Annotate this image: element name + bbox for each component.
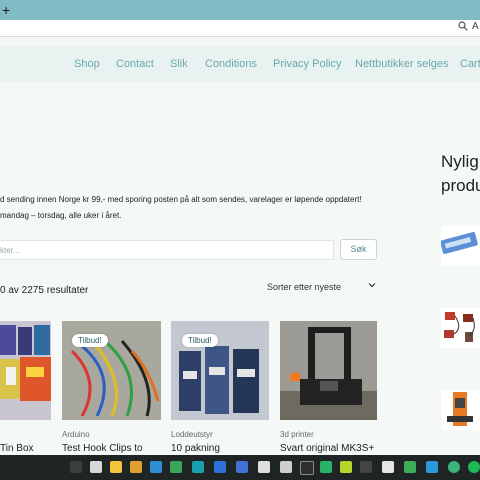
shipping-notice: d sending innen Norge kr 99,- med sporin… xyxy=(0,195,362,204)
app-icon[interactable] xyxy=(192,461,204,473)
nav-shop[interactable]: Shop xyxy=(74,58,100,70)
app-icon[interactable] xyxy=(170,461,182,473)
nav-slik[interactable]: Slik xyxy=(170,58,188,70)
sidebar-title: Nylig produ xyxy=(441,150,480,198)
product-title[interactable]: Svart original MK3S+ xyxy=(280,443,374,454)
nav-cart[interactable]: Cart xyxy=(460,58,480,70)
product-title[interactable]: Tin Box xyxy=(0,443,34,454)
sale-badge: Tilbud! xyxy=(72,334,108,347)
app-icon[interactable] xyxy=(404,461,416,473)
product-search-input[interactable]: kter... xyxy=(0,240,334,260)
nav-privacy-policy[interactable]: Privacy Policy xyxy=(273,58,341,70)
app-icon[interactable] xyxy=(258,461,270,473)
search-button[interactable]: Søk xyxy=(340,239,377,260)
chrome-icon[interactable] xyxy=(448,461,460,473)
app-icon[interactable] xyxy=(214,461,226,473)
product-image[interactable] xyxy=(280,321,377,420)
address-bar[interactable] xyxy=(0,20,480,37)
zoom-icon[interactable] xyxy=(458,21,468,34)
spotify-icon[interactable] xyxy=(468,461,480,473)
app-icon[interactable] xyxy=(382,461,394,473)
product-category[interactable]: 3d printer xyxy=(280,430,314,439)
results-count: 0 av 2275 resultater xyxy=(0,285,89,296)
search-icon[interactable] xyxy=(70,461,82,473)
edge-icon[interactable] xyxy=(426,461,438,473)
shipping-days-notice: mandag – torsdag, alle uker i året. xyxy=(0,211,122,220)
sale-badge: Tilbud! xyxy=(182,334,218,347)
new-tab-button[interactable]: + xyxy=(2,1,10,19)
nav-nettbutikker-selges[interactable]: Nettbutikker selges xyxy=(355,58,449,70)
app-icon[interactable] xyxy=(300,461,314,475)
app-icon[interactable] xyxy=(320,461,332,473)
app-icon[interactable] xyxy=(360,461,372,473)
nav-contact[interactable]: Contact xyxy=(116,58,154,70)
task-view-icon[interactable] xyxy=(90,461,102,473)
product-category[interactable]: Loddeutstyr xyxy=(171,430,213,439)
product-category[interactable]: Arduino xyxy=(62,430,90,439)
product-image[interactable] xyxy=(0,321,51,420)
vscode-icon[interactable] xyxy=(150,461,162,473)
sidebar-product-thumbnail[interactable] xyxy=(441,308,480,348)
file-explorer-icon[interactable] xyxy=(130,461,142,473)
product-title[interactable]: Test Hook Clips to xyxy=(62,443,143,454)
app-icon[interactable] xyxy=(280,461,292,473)
reader-mode-icon[interactable]: A xyxy=(472,21,479,32)
sidebar-product-thumbnail[interactable] xyxy=(441,226,480,266)
sidebar-product-thumbnail[interactable] xyxy=(441,390,480,430)
folder-icon[interactable] xyxy=(110,461,122,473)
app-icon[interactable] xyxy=(236,461,248,473)
nav-conditions[interactable]: Conditions xyxy=(205,58,257,70)
app-icon[interactable] xyxy=(340,461,352,473)
product-title[interactable]: 10 pakning xyxy=(171,443,220,454)
sidebar-title-line2: produ xyxy=(441,176,480,195)
sort-select[interactable]: Sorter etter nyeste xyxy=(267,282,341,292)
browser-tab-strip xyxy=(0,0,480,20)
sidebar-title-line1: Nylig xyxy=(441,152,479,171)
chevron-down-icon[interactable] xyxy=(367,280,377,293)
